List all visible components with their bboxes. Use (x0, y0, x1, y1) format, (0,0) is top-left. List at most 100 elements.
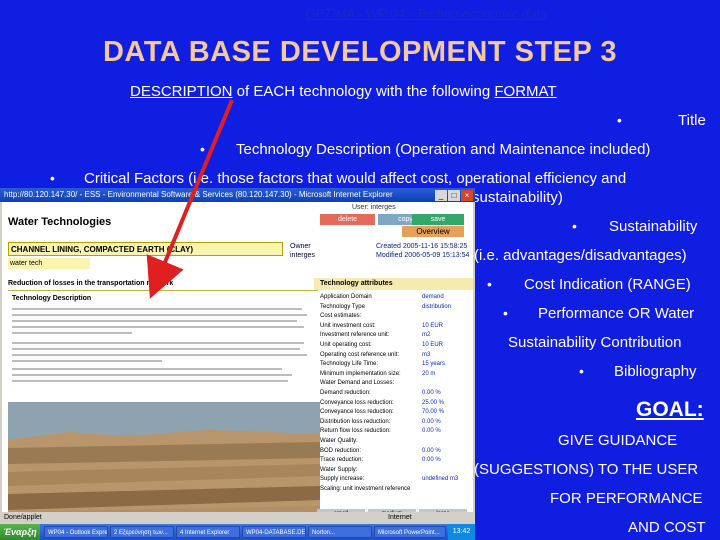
owner-label: Owner (290, 243, 311, 250)
goal-line2: (SUGGESTIONS) TO THE USER (474, 461, 699, 478)
attribute-label: Demand reduction: (320, 390, 371, 396)
attribute-value[interactable]: 25.00 % (422, 400, 444, 406)
attribute-label: Conveyance loss reduction: (320, 399, 394, 406)
goal-line3: FOR PERFORMANCE (550, 490, 703, 507)
attribute-label: Water Demand and Losses: (320, 380, 395, 387)
slide-title: DATA BASE DEVELOPMENT STEP 3 (102, 36, 618, 68)
attribute-label: Conveyance loss reduction: (320, 409, 394, 416)
window-titlebar: http://80.120.147.30/ - ESS - Environmen… (0, 188, 475, 202)
technology-category-field[interactable]: water tech (8, 258, 90, 269)
bullet-icon: • (503, 305, 508, 321)
taskbar: Έναρξη WP04 - Outlook Express 2 Εξερεύνη… (0, 524, 475, 540)
attributes-heading: Technology attributes (314, 278, 473, 290)
taskbar-clock: 13:42 (448, 524, 475, 540)
terrain-photo (8, 402, 320, 526)
attribute-label: Return flow loss reduction: (320, 428, 391, 435)
attribute-value[interactable]: 0.00 % (422, 390, 441, 396)
attribute-value[interactable]: undefined m3 (422, 476, 458, 482)
attribute-label: Technology Life Time: (320, 361, 379, 368)
description-line: DESCRIPTION of EACH technology with the … (130, 83, 557, 100)
close-icon[interactable]: × (461, 190, 473, 201)
item-performance-detail: Sustainability Contribution (508, 334, 682, 351)
taskbar-item[interactable]: Norton... (308, 526, 372, 538)
item-tech-description: Technology Description (Operation and Ma… (236, 141, 651, 158)
goal-label: GOAL: (636, 398, 704, 421)
item-sustainability: Sustainability (609, 218, 698, 235)
attribute-label: BOD reduction: (320, 447, 362, 454)
desc-text-2: technology with the following (295, 83, 495, 100)
status-text: Done/applet (4, 514, 42, 521)
attribute-value[interactable]: 0.00 % (422, 428, 441, 434)
owner-info: Owner interges (290, 242, 315, 260)
desc-text-1: of (232, 83, 254, 100)
attribute-value[interactable]: 10 EUR (422, 323, 443, 329)
window-title-text: http://80.120.147.30/ - ESS - Environmen… (4, 190, 393, 199)
attribute-label: Unit operating cost: (320, 342, 372, 348)
attribute-label: Application Domain (320, 294, 372, 300)
item-title: Title (678, 112, 706, 129)
attribute-value[interactable]: 15 years (422, 361, 445, 367)
overview-button[interactable]: Overview (402, 226, 464, 237)
item-performance: Performance OR Water (538, 305, 695, 322)
desc-word-format: FORMAT (494, 83, 557, 100)
bullet-icon: • (572, 218, 577, 234)
breadcrumb-header: OPTIMA - WP 04 - Techno-economic data (305, 6, 548, 21)
start-button[interactable]: Έναρξη (0, 524, 40, 540)
attribute-label: Investment reference unit: (320, 332, 390, 339)
goal-line1: GIVE GUIDANCE (558, 432, 678, 449)
taskbar-item[interactable]: WP04 - Outlook Express (44, 526, 108, 538)
owner-value: interges (290, 252, 315, 259)
attribute-value[interactable]: m3 (422, 352, 430, 358)
item-sustainability-detail: (i.e. advantages/disadvantages) (474, 247, 687, 264)
app-title: Water Technologies (8, 216, 112, 228)
attribute-label: Operating cost reference unit: (320, 351, 400, 358)
attribute-value[interactable]: 70.00 % (422, 409, 444, 415)
delete-button[interactable]: delete (320, 214, 375, 225)
item-bibliography: Bibliography (614, 363, 697, 380)
status-zone: Internet (388, 514, 412, 521)
attribute-value[interactable]: demand (422, 294, 444, 300)
status-bar: Done/applet Internet (0, 512, 475, 524)
taskbar-item[interactable]: Microsoft PowerPoint... (374, 526, 446, 538)
save-button[interactable]: save (412, 214, 464, 225)
maximize-icon[interactable]: □ (448, 190, 460, 201)
taskbar-item[interactable]: WP04-DATABASE.DE... (242, 526, 306, 538)
modified-date: Modified 2006-05-09 15:13:54 (376, 252, 470, 259)
screenshot-window: http://80.120.147.30/ - ESS - Environmen… (0, 188, 475, 540)
attribute-value[interactable]: distribution (422, 304, 451, 310)
item-critical-line1: Critical Factors (i.e. those factors tha… (84, 170, 627, 187)
login-info: User: interges (352, 204, 396, 211)
window-controls: _ □ × (434, 189, 473, 202)
attribute-label: Water Supply: (320, 466, 358, 473)
goal-line4: AND COST (628, 519, 706, 536)
taskbar-item[interactable]: 4 Internet Explorer (176, 526, 240, 538)
attribute-label: Minimum implementation size: (320, 370, 401, 377)
item-cost: Cost Indication (RANGE) (524, 276, 691, 293)
bullet-icon: • (200, 141, 205, 157)
created-date: Created 2005-11-16 15:58:25 (376, 243, 468, 250)
bullet-icon: • (617, 112, 622, 128)
desc-word-description: DESCRIPTION (130, 83, 233, 100)
attribute-value[interactable]: 0.00 % (422, 448, 441, 454)
attribute-label: Scaling: unit investment reference (320, 486, 411, 492)
attribute-label: Water Quality: (320, 438, 358, 444)
attribute-value[interactable]: 20 m (422, 371, 435, 377)
tech-description-heading: Technology Description (12, 295, 92, 302)
attribute-label: Unit investment cost: (320, 322, 376, 329)
attribute-label: Supply increase: (320, 476, 365, 483)
attribute-value[interactable]: m2 (422, 332, 430, 338)
record-dates: Created 2005-11-16 15:58:25 Modified 200… (376, 242, 469, 260)
bullet-icon: • (50, 170, 55, 186)
attribute-value[interactable]: 0.00 % (422, 419, 441, 425)
attribute-value[interactable]: 10 EUR (422, 342, 443, 348)
desc-word-each: EACH (253, 83, 296, 100)
section-heading: Reduction of losses in the transportatio… (8, 278, 318, 291)
technology-name-field[interactable]: CHANNEL LINING, COMPACTED EARTH (CLAY) (8, 242, 283, 256)
attribute-label: Cost estimates: (320, 313, 362, 320)
bullet-icon: • (487, 276, 492, 292)
taskbar-item[interactable]: 2 Εξερεύνηση των... (110, 526, 174, 538)
item-critical-line2: sustainability) (472, 189, 563, 206)
minimize-icon[interactable]: _ (435, 190, 447, 201)
attribute-value[interactable]: 0.00 % (422, 457, 441, 463)
attribute-label: Distribution loss reduction: (320, 418, 391, 425)
